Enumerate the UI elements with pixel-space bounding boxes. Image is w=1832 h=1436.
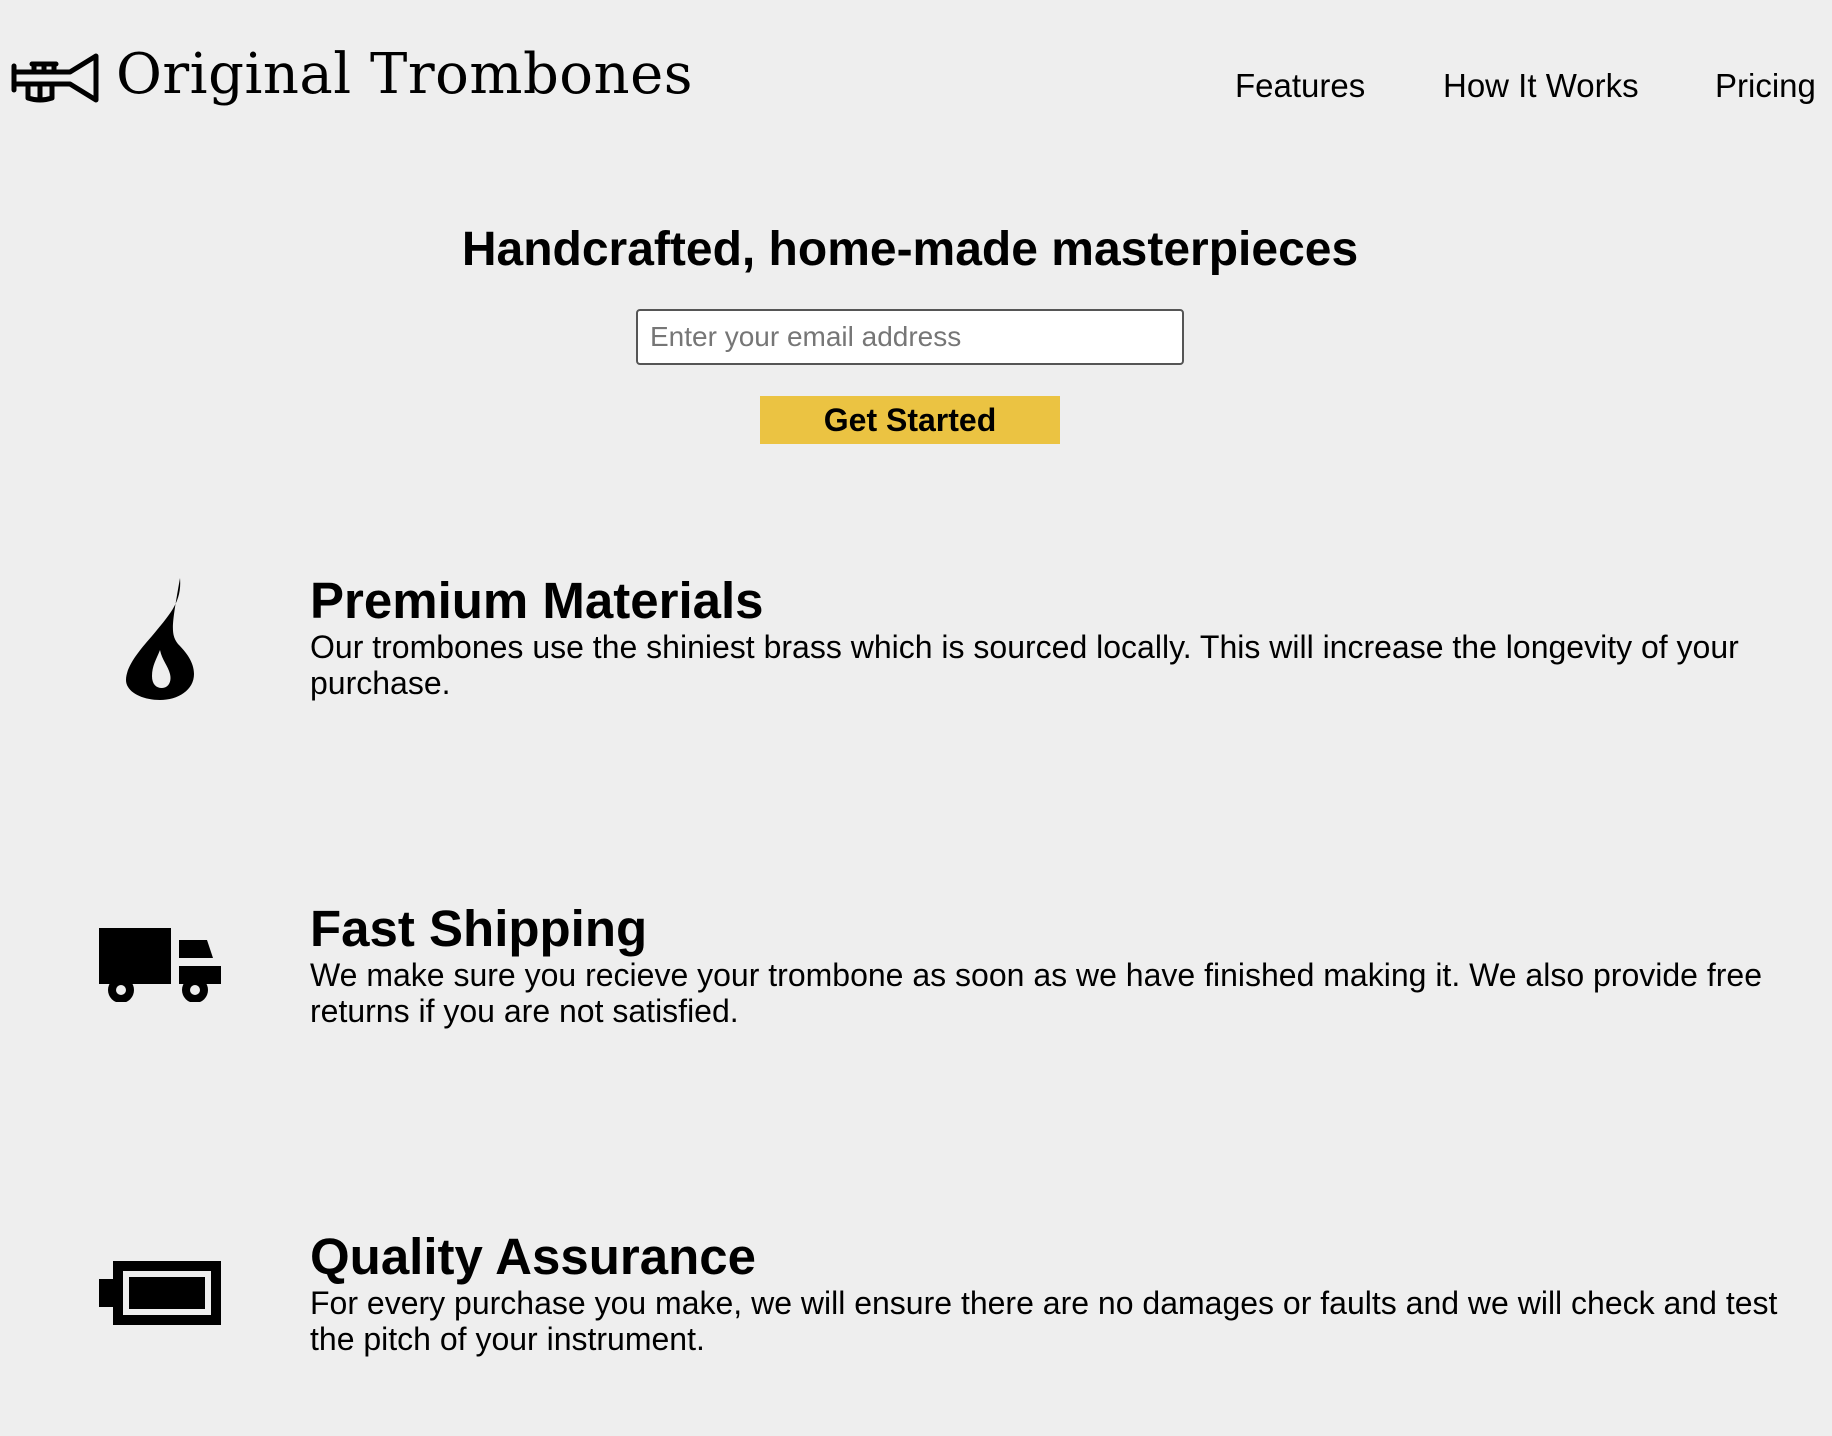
feature-title: Fast Shipping (310, 900, 648, 957)
email-input[interactable] (636, 309, 1184, 365)
feature-description: For every purchase you make, we will ens… (310, 1285, 1778, 1357)
feature-description: Our trombones use the shiniest brass whi… (310, 629, 1739, 701)
site-header: Original Trombones Features How It Works… (0, 0, 1832, 160)
battery-icon (99, 1261, 221, 1325)
nav-link-how-it-works[interactable]: How It Works (1443, 64, 1639, 108)
nav-link-features[interactable]: Features (1235, 64, 1365, 108)
feature-description: We make sure you recieve your trombone a… (310, 957, 1762, 1029)
truck-icon (99, 928, 221, 1002)
hero-title: Handcrafted, home-made masterpieces (461, 223, 1359, 276)
fire-icon (126, 578, 194, 700)
nav-link-pricing[interactable]: Pricing (1715, 64, 1816, 108)
trumpet-logo-icon[interactable] (10, 50, 100, 106)
feature-title: Premium Materials (310, 572, 764, 629)
feature-title: Quality Assurance (310, 1228, 756, 1285)
get-started-button[interactable]: Get Started (760, 396, 1060, 444)
brand-name[interactable]: Original Trombones (116, 40, 693, 110)
